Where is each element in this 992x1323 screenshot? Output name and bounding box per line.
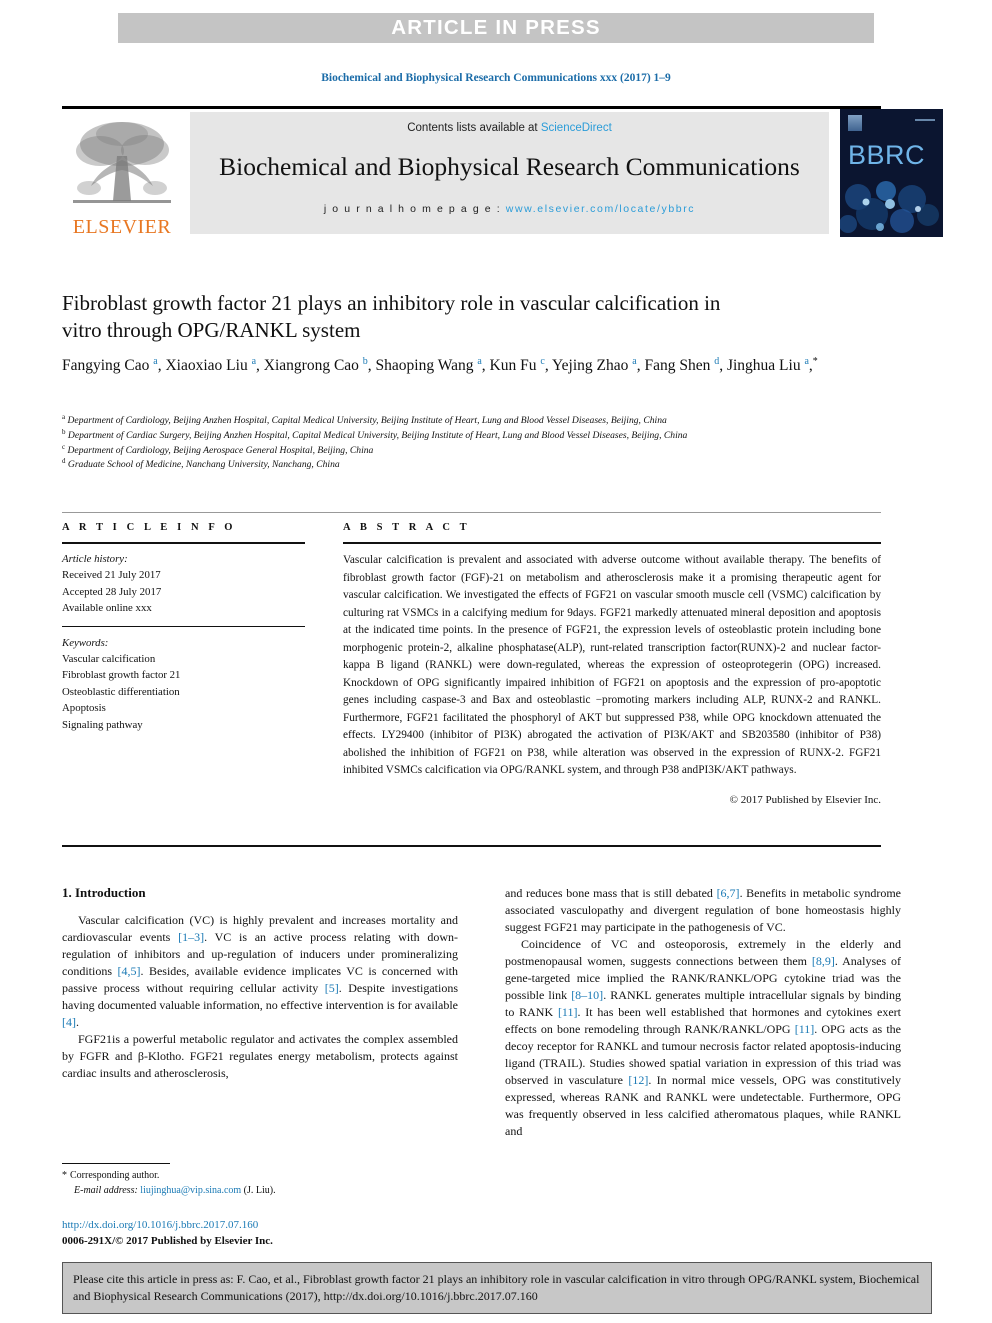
affiliation-marker: c bbox=[62, 442, 66, 451]
elsevier-wordmark: ELSEVIER bbox=[72, 216, 172, 238]
affiliation-marker: b bbox=[62, 427, 66, 436]
abstract-rule bbox=[343, 542, 881, 544]
affiliation-item: a Department of Cardiology, Beijing Anzh… bbox=[62, 413, 667, 427]
author-list: Fangying Cao a, Xiaoxiao Liu a, Xiangron… bbox=[62, 356, 818, 375]
cover-elsevier-mark-icon bbox=[848, 115, 862, 131]
article-in-press-label: ARTICLE IN PRESS bbox=[391, 16, 601, 39]
intro-paragraph: and reduces bone mass that is still deba… bbox=[505, 886, 901, 935]
article-info-heading: A R T I C L E I N F O bbox=[62, 522, 237, 533]
footnote-email-link[interactable]: liujinghua@vip.sina.com bbox=[140, 1185, 241, 1196]
affiliation-item: b Department of Cardiac Surgery, Beijing… bbox=[62, 427, 688, 441]
affiliation-item: d Graduate School of Medicine, Nanchang … bbox=[62, 457, 340, 471]
elsevier-tree-icon bbox=[73, 122, 171, 203]
keyword-item: Osteoblastic differentiation bbox=[62, 685, 180, 698]
cite-this-article-text: Please cite this article in press as: F.… bbox=[73, 1272, 920, 1304]
journal-homepage-url[interactable]: www.elsevier.com/locate/ybbrc bbox=[506, 203, 695, 215]
affiliation-item: c Department of Cardiology, Beijing Aero… bbox=[62, 442, 374, 456]
keyword-item: Vascular calcification bbox=[62, 653, 156, 666]
keyword-item: Signaling pathway bbox=[62, 718, 143, 731]
article-history-label: Article history: bbox=[62, 553, 128, 565]
footnote-rule bbox=[62, 1163, 170, 1164]
sciencedirect-link[interactable]: ScienceDirect bbox=[541, 122, 612, 134]
journal-homepage-label: j o u r n a l h o m e p a g e : bbox=[323, 203, 506, 215]
elsevier-logo: ELSEVIER bbox=[62, 109, 182, 237]
footnote-email-line: E-mail address: liujinghua@vip.sina.com … bbox=[62, 1184, 458, 1199]
article-history-received: Received 21 July 2017 bbox=[62, 569, 161, 582]
abstract-heading: A B S T R A C T bbox=[343, 522, 471, 533]
journal-title: Biochemical and Biophysical Research Com… bbox=[219, 152, 800, 181]
issn-copyright-line: 0006-291X/© 2017 Published by Elsevier I… bbox=[62, 1234, 273, 1247]
article-info-rule bbox=[62, 542, 305, 544]
intro-paragraph: FGF21is a powerful metabolic regulator a… bbox=[62, 1032, 458, 1081]
article-info-column: A R T I C L E I N F O Article history: R… bbox=[62, 522, 305, 733]
masthead-center-panel: Contents lists available at ScienceDirec… bbox=[190, 112, 829, 234]
intro-paragraph: Vascular calcification (VC) is highly pr… bbox=[62, 913, 459, 1030]
article-history-block: Article history: Received 21 July 2017 A… bbox=[62, 551, 305, 617]
footnote-star-marker: * bbox=[62, 1170, 67, 1181]
journal-cover-thumbnail: BBRC bbox=[840, 109, 943, 237]
keyword-item: Apoptosis bbox=[62, 702, 106, 715]
corresponding-author-footnote: * Corresponding author. E-mail address: l… bbox=[62, 1163, 458, 1198]
footnote-corresponding-line: * Corresponding author. bbox=[62, 1169, 458, 1184]
doi-link[interactable]: http://dx.doi.org/10.1016/j.bbrc.2017.07… bbox=[62, 1218, 492, 1234]
running-head: Biochemical and Biophysical Research Com… bbox=[321, 72, 671, 84]
doi-block: http://dx.doi.org/10.1016/j.bbrc.2017.07… bbox=[62, 1218, 492, 1250]
abstract-bottom-rule bbox=[62, 845, 881, 847]
article-history-online: Available online xxx bbox=[62, 602, 152, 615]
cover-top-rule bbox=[915, 119, 935, 121]
keywords-label: Keywords: bbox=[62, 636, 109, 649]
journal-homepage-line: j o u r n a l h o m e p a g e : www.else… bbox=[324, 203, 695, 215]
cover-bubbles-graphic bbox=[840, 169, 943, 237]
abstract-text: Vascular calcification is prevalent and … bbox=[343, 554, 881, 776]
affiliation-marker: a bbox=[62, 413, 66, 421]
journal-masthead: ELSEVIER Contents lists available at Sci… bbox=[62, 109, 943, 237]
body-column-left: 1. Introduction Vascular calcification (… bbox=[62, 885, 458, 1082]
intro-paragraph: Coincidence of VC and osteoporosis, extr… bbox=[505, 937, 902, 1139]
keyword-item: Fibroblast growth factor 21 bbox=[62, 669, 181, 682]
footnote-corresponding-label: Corresponding author. bbox=[70, 1170, 160, 1181]
contents-lists-line: Contents lists available at ScienceDirec… bbox=[407, 122, 612, 134]
paper-title: Fibroblast growth factor 21 plays an inh… bbox=[62, 291, 721, 342]
footnote-email-label: E-mail address: bbox=[74, 1184, 138, 1196]
body-column-right: and reduces bone mass that is still deba… bbox=[505, 885, 901, 1140]
contents-lists-prefix: Contents lists available at bbox=[407, 122, 541, 134]
affiliation-marker: d bbox=[62, 457, 66, 466]
footnote-email-owner: (J. Liu). bbox=[243, 1184, 276, 1196]
affiliation-list: a Department of Cardiology, Beijing Anzh… bbox=[62, 413, 862, 472]
cite-this-article-box: Please cite this article in press as: F.… bbox=[62, 1262, 932, 1314]
keywords-rule bbox=[62, 625, 305, 627]
cover-wordmark: BBRC bbox=[848, 140, 926, 170]
info-section-top-rule bbox=[62, 512, 881, 513]
article-in-press-banner: ARTICLE IN PRESS bbox=[118, 13, 874, 43]
keywords-block: Keywords: Vascular calcification Fibrobl… bbox=[62, 635, 305, 733]
abstract-copyright: © 2017 Published by Elsevier Inc. bbox=[729, 793, 881, 806]
abstract-column: A B S T R A C T Vascular calcification i… bbox=[343, 522, 881, 806]
article-history-accepted: Accepted 28 July 2017 bbox=[62, 585, 162, 598]
introduction-heading: 1. Introduction bbox=[62, 885, 146, 900]
